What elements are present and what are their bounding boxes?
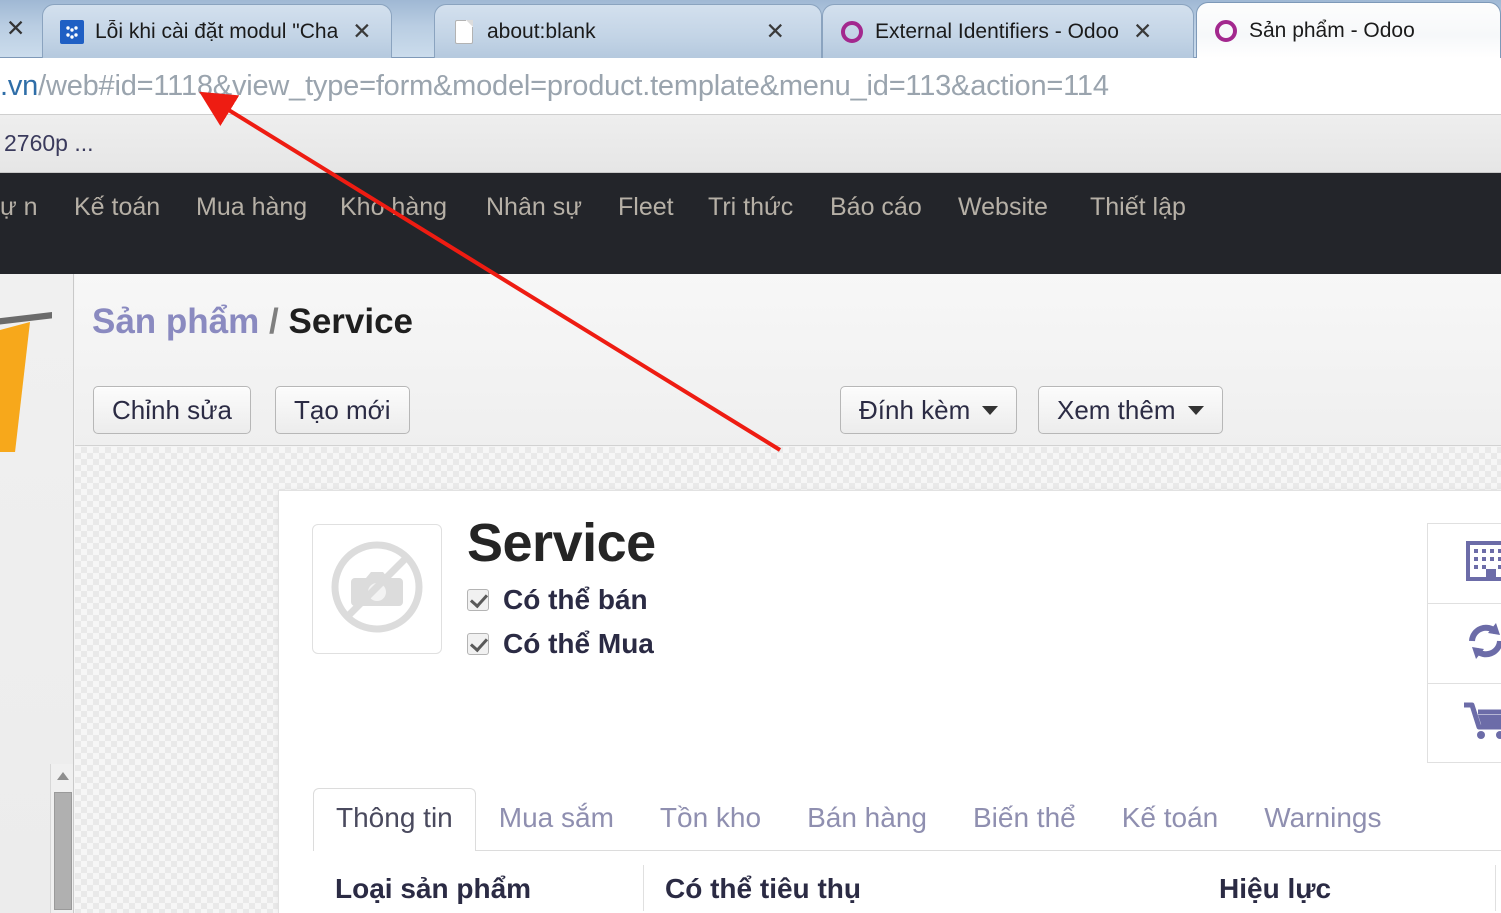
notebook-tab-1[interactable]: Mua sắm (476, 788, 637, 850)
browser-tab-2-title: about:blank (487, 19, 596, 43)
breadcrumb-current: Service (288, 302, 414, 341)
browser-tab-2-close-icon[interactable]: ✕ (766, 20, 785, 43)
odoo-menu-item-4[interactable]: Nhân sự (486, 187, 606, 227)
odoo-menu-item-0[interactable]: ự n (0, 187, 70, 227)
notebook-tab-3[interactable]: Bán hàng (784, 788, 950, 850)
url-path-part: /web#id=1118&view_type=form&model=produc… (38, 69, 1109, 102)
vertical-scrollbar[interactable] (50, 764, 73, 913)
checkbox-row-can-be-sold[interactable]: Có thể bán (467, 584, 656, 616)
field-label-can-be-consumed: Có thể tiêu thụ (665, 873, 861, 904)
browser-chrome: ✕ Lỗi khi cài đặt modul "Cha ✕ about:bla… (0, 0, 1501, 58)
notebook-tab-6[interactable]: Warnings (1241, 788, 1404, 850)
attachment-dropdown-button[interactable]: Đính kèm (840, 386, 1018, 434)
stat-button-bom[interactable] (1427, 603, 1501, 683)
browser-tab-1[interactable]: Lỗi khi cài đặt modul "Cha ✕ (42, 4, 392, 58)
building-icon (1460, 537, 1501, 590)
blue-puzzle-icon (59, 19, 85, 45)
stat-button-group (1427, 523, 1501, 763)
odoo-menu-item-7[interactable]: Báo cáo (830, 187, 955, 227)
notebook-page-info: Loại sản phẩm Có thể tiêu thụ Hiệu lực (313, 851, 1501, 913)
browser-status-strip: 2760p ... (0, 115, 1501, 173)
no-camera-icon (325, 535, 429, 644)
browser-url-bar[interactable]: .vn/web#id=1118&view_type=form&model=pro… (0, 58, 1501, 115)
blank-document-icon (451, 19, 477, 45)
browser-tab-3-close-icon[interactable]: ✕ (1133, 20, 1152, 43)
notebook-tab-4[interactable]: Biến thể (950, 788, 1099, 850)
checkbox-can-be-sold[interactable] (467, 588, 489, 611)
scrollbar-up-arrow-icon[interactable] (57, 772, 69, 780)
product-image-placeholder[interactable] (312, 524, 442, 654)
shopping-cart-icon (1460, 697, 1501, 750)
chevron-down-icon (982, 405, 999, 415)
browser-tab-3[interactable]: External Identifiers - Odoo ✕ (822, 4, 1194, 58)
edit-button[interactable]: Chỉnh sửa (93, 386, 252, 434)
column-divider (1495, 865, 1496, 911)
create-button-label: Tạo mới (294, 394, 391, 425)
checkbox-can-be-sold-label: Có thể bán (503, 583, 648, 615)
more-dropdown-button[interactable]: Xem thêm (1038, 386, 1223, 434)
form-notebook: Thông tin Mua sắm Tồn kho Bán hàng Biến thể K… (313, 788, 1501, 913)
url-text[interactable]: .vn/web#id=1118&view_type=form&model=pro… (0, 70, 1109, 103)
browser-tab-2[interactable]: about:blank ✕ (434, 4, 822, 58)
notebook-tab-list: Thông tin Mua sắm Tồn kho Bán hàng Biến thể K… (313, 788, 1501, 851)
odoo-menu-item-3[interactable]: Kho hàng (340, 187, 480, 227)
breadcrumb-parent-link[interactable]: Sản phẩm (92, 302, 259, 341)
browser-tab-1-title: Lỗi khi cài đặt modul "Cha (95, 19, 339, 43)
browser-tab-3-title: External Identifiers - Odoo (875, 19, 1119, 43)
odoo-menu-item-9[interactable]: Thiết lập (1090, 187, 1190, 227)
browser-tab-1-close-icon[interactable]: ✕ (352, 20, 371, 43)
field-label-product-type: Loại sản phẩm (335, 873, 532, 904)
odoo-menu-item-8[interactable]: Website (958, 187, 1083, 227)
browser-tab-4-title: Sản phẩm - Odoo (1249, 18, 1415, 42)
stat-button-variants[interactable] (1427, 523, 1501, 603)
product-title-block: Service Có thể bán Có thể Mua (467, 515, 656, 660)
odoo-icon (839, 19, 865, 45)
edit-button-label: Chỉnh sửa (112, 394, 233, 425)
status-text: 2760p ... (4, 130, 94, 156)
field-label-active: Hiệu lực (1219, 873, 1332, 904)
product-form-sheet: Service Có thể bán Có thể Mua Thông tin … (278, 490, 1501, 913)
create-button[interactable]: Tạo mới (275, 386, 410, 434)
attachment-button-label: Đính kèm (859, 394, 971, 425)
offscreen-tab-close-icon[interactable]: ✕ (6, 15, 25, 42)
odoo-menu-item-2[interactable]: Mua hàng (196, 187, 336, 227)
checkbox-row-can-be-purchased[interactable]: Có thể Mua (467, 628, 656, 660)
odoo-menu-item-1[interactable]: Kế toán (74, 187, 184, 227)
control-panel: Sản phẩm / Service Chỉnh sửa Tạo mới Đín… (75, 274, 1501, 446)
browser-tab-4[interactable]: Sản phẩm - Odoo (1196, 2, 1501, 58)
column-divider (643, 865, 644, 911)
scrollbar-thumb[interactable] (54, 792, 72, 910)
stat-button-purchases[interactable] (1427, 683, 1501, 763)
breadcrumb: Sản phẩm / Service (92, 302, 413, 342)
checkbox-can-be-purchased-label: Có thể Mua (503, 627, 654, 659)
odoo-menu-item-6[interactable]: Tri thức (708, 187, 828, 227)
left-rail (0, 274, 74, 913)
notebook-tab-5[interactable]: Kế toán (1099, 788, 1242, 850)
checkbox-can-be-purchased[interactable] (467, 632, 489, 655)
more-button-label: Xem thêm (1057, 394, 1176, 425)
odoo-icon (1213, 18, 1239, 44)
chevron-down-icon (1187, 405, 1204, 415)
refresh-sync-icon (1460, 617, 1501, 670)
notebook-tab-2[interactable]: Tồn kho (637, 788, 784, 850)
logo-shape-orange (0, 322, 30, 452)
odoo-menu-list: ự n Kế toán Mua hàng Kho hàng Nhân sự Fleet Tr… (0, 173, 1501, 274)
page-title: Service (467, 513, 656, 573)
notebook-tab-0[interactable]: Thông tin (313, 788, 476, 851)
browser-tabstrip: ✕ Lỗi khi cài đặt modul "Cha ✕ about:bla… (0, 0, 1501, 58)
url-domain-part: .vn (0, 69, 39, 102)
odoo-menu-item-5[interactable]: Fleet (618, 187, 708, 227)
odoo-top-menu: ự n Kế toán Mua hàng Kho hàng Nhân sự Fleet Tr… (0, 173, 1501, 274)
breadcrumb-separator: / (269, 302, 279, 341)
